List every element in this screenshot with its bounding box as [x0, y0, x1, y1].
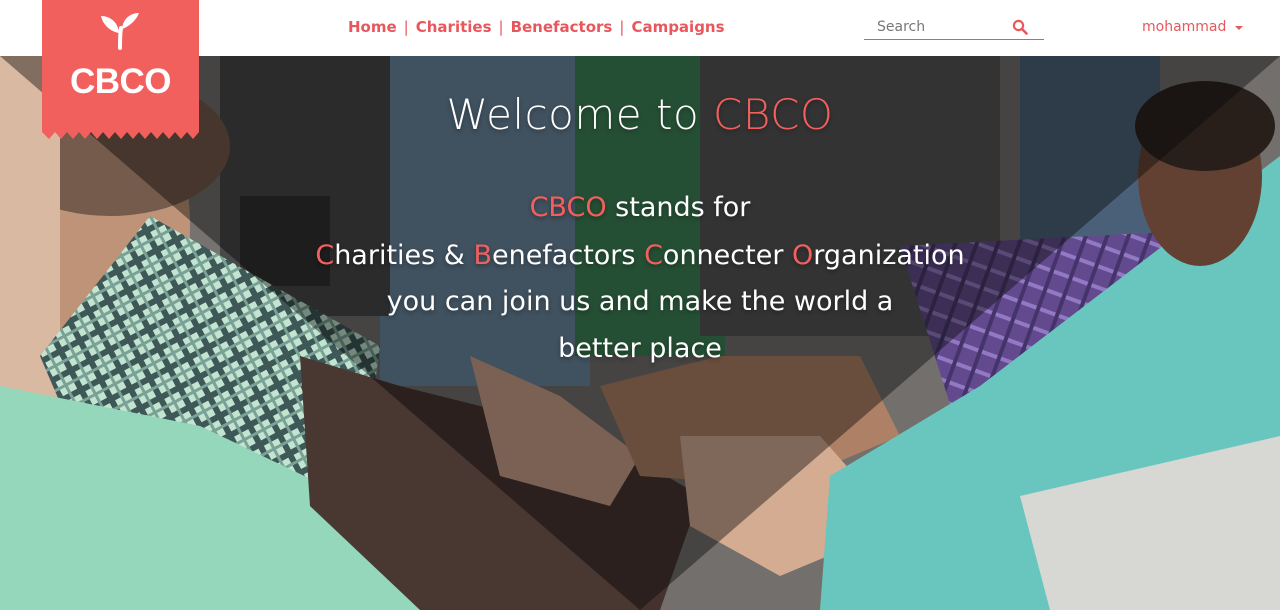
nav-separator: |: [498, 18, 504, 36]
nav-charities-link[interactable]: Charities: [416, 18, 492, 36]
main-nav: Home | Charities | Benefactors | Campaig…: [348, 18, 725, 36]
acronym-initial: C: [315, 240, 335, 271]
caret-down-icon: [1235, 26, 1244, 30]
hero-title-brand: CBCO: [713, 90, 834, 139]
hero-line-1: CBCO stands for: [0, 192, 1280, 223]
nav-separator: |: [403, 18, 409, 36]
hero-line1-brand: CBCO: [529, 192, 607, 223]
acronym-word-rest: onnecter: [662, 240, 793, 271]
nav-benefactors-link[interactable]: Benefactors: [511, 18, 613, 36]
acronym-initial: B: [473, 240, 492, 271]
acronym-initial: O: [792, 240, 814, 271]
user-menu[interactable]: mohammad: [1142, 19, 1244, 35]
logo-text: CBCO: [69, 62, 172, 101]
acronym-initial: C: [644, 240, 663, 271]
nav-home-link[interactable]: Home: [348, 18, 397, 36]
cbco-logo[interactable]: CBCO: [42, 0, 199, 141]
search-icon[interactable]: [1012, 19, 1028, 35]
hero-line-4: better place: [558, 333, 722, 364]
nav-campaigns-link[interactable]: Campaigns: [631, 18, 724, 36]
search-input[interactable]: [864, 15, 1014, 39]
acronym-word-rest: rganization: [813, 240, 965, 271]
hero-line-2: Charities & Benefactors Connecter Organi…: [0, 240, 1280, 271]
user-name: mohammad: [1142, 19, 1227, 35]
hero-title-prefix: Welcome to: [446, 90, 713, 139]
acronym-word-rest: harities &: [334, 240, 474, 271]
search-box: [864, 15, 1044, 40]
acronym-word-rest: enefactors: [491, 240, 645, 271]
nav-separator: |: [619, 18, 625, 36]
hero-line-3: you can join us and make the world a: [386, 286, 894, 317]
hero-line1-rest: stands for: [606, 192, 751, 223]
